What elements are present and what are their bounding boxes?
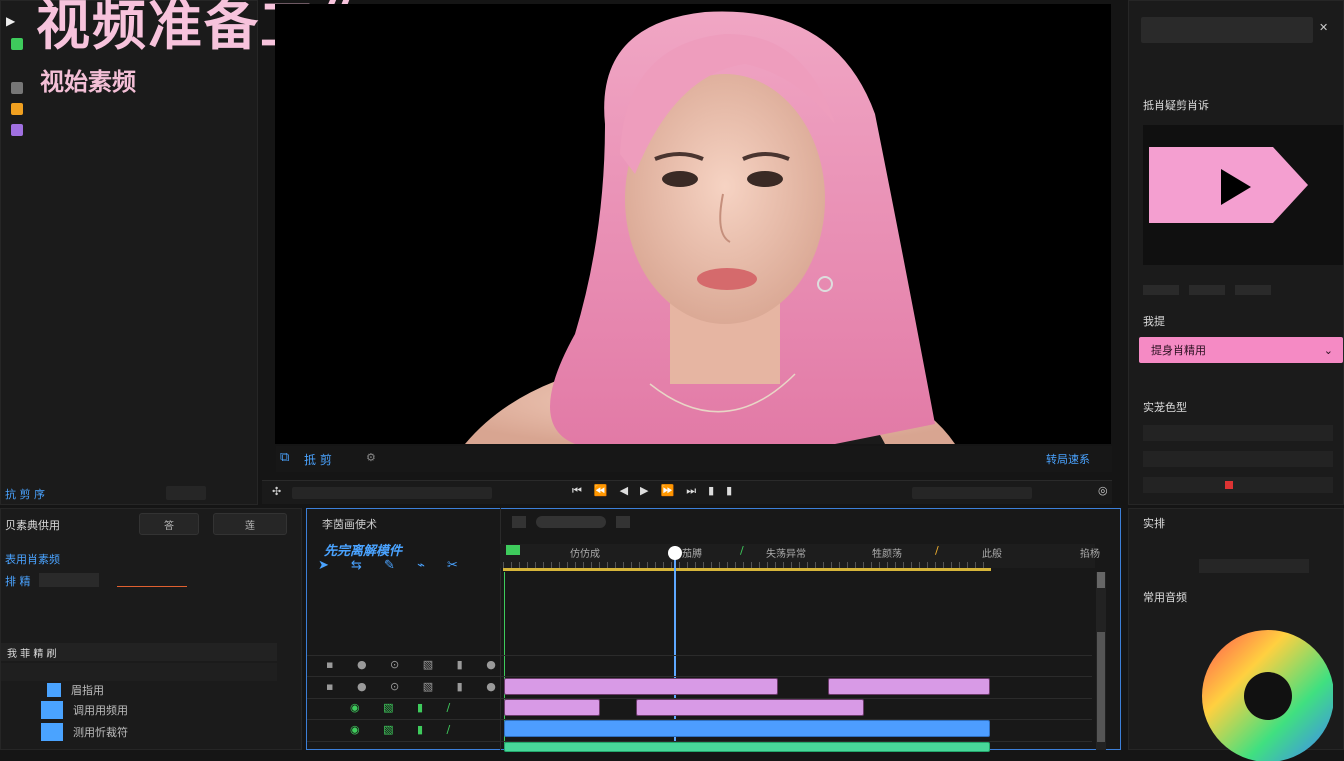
volume-slider[interactable] xyxy=(912,487,1032,499)
clip-icon xyxy=(47,683,61,697)
ruler-marker: 牲颜荡 xyxy=(872,549,902,560)
zoom-slider[interactable] xyxy=(166,486,206,500)
hue-label: 实排 xyxy=(1143,517,1165,530)
link-icon xyxy=(11,82,23,94)
audio-icon xyxy=(11,124,23,136)
field-slider[interactable] xyxy=(117,573,187,587)
marker-icon: / xyxy=(935,544,939,557)
playhead-handle[interactable] xyxy=(668,546,682,560)
marker-icon xyxy=(506,545,520,555)
timeline-toolbar[interactable] xyxy=(512,516,652,530)
work-area-bar[interactable] xyxy=(503,568,991,571)
field-label: 排 精 xyxy=(5,575,31,588)
list-item[interactable]: 调用用频用 xyxy=(1,701,277,719)
video-clip[interactable] xyxy=(504,699,600,716)
thumbnail-frame xyxy=(1143,125,1343,265)
video-clip[interactable] xyxy=(636,699,864,716)
inspector-search[interactable] xyxy=(1141,17,1313,43)
effect-selected-button[interactable]: 提身肖精用 ⌄ xyxy=(1139,337,1343,363)
viewer-status-bar: ⧉ 抵 剪 ⚙ 转局速系 xyxy=(276,446,1112,472)
track-header[interactable]: ▪ ● ⊙ ▧ ▮ ● xyxy=(326,658,506,671)
color-panel: 实排 常用音频 xyxy=(1128,508,1344,761)
overlay-subtitle: 视始素频 xyxy=(40,68,136,96)
video-clip[interactable] xyxy=(504,678,778,695)
effects-panel-title: 贝素典供用 xyxy=(5,519,60,532)
bin-footer-label: 抗 剪 序 xyxy=(5,488,45,501)
list-item[interactable]: 眉指用 xyxy=(1,681,277,699)
hue-slider[interactable] xyxy=(1199,559,1309,573)
program-viewer xyxy=(275,4,1111,444)
video-clip[interactable] xyxy=(828,678,990,695)
list-search[interactable] xyxy=(1,663,277,681)
playback-controls[interactable]: ⏮⏪◀▶⏩⏭▮▮ xyxy=(572,484,744,498)
timeline-tools[interactable]: ➤ ⇆ ✎ ⌁ ✂ xyxy=(318,558,467,573)
timeline-subtitle: 先完离解模件 xyxy=(324,544,403,559)
effects-panel: 贝素典供用 答 莲 表用肖素频 排 精 我 菲 精 刷 眉指用 调用用频用 测用… xyxy=(0,508,302,750)
ruler-marker: 失荡异常 xyxy=(766,549,806,560)
timeline-scrollbar[interactable] xyxy=(1096,572,1106,750)
transport-bar: ✣ ⏮⏪◀▶⏩⏭▮▮ ◎ xyxy=(262,480,1112,504)
track-header[interactable]: ◉ ▧ ▮ ∕ xyxy=(350,723,460,736)
color-swatch[interactable] xyxy=(1225,481,1233,489)
tab-b[interactable]: 莲 xyxy=(213,513,287,535)
video-icon xyxy=(11,38,23,50)
ruler-marker: 此般 xyxy=(982,549,1002,560)
effects-label: 我提 xyxy=(1143,315,1165,328)
adjust-row[interactable] xyxy=(1143,425,1333,441)
clip-icon xyxy=(41,701,63,719)
scrub-bar[interactable] xyxy=(292,487,492,499)
bin-item[interactable] xyxy=(1,98,256,120)
list-header: 我 菲 精 刷 xyxy=(1,643,277,661)
field-input[interactable] xyxy=(39,573,99,587)
color-title: 常用音频 xyxy=(1143,591,1187,604)
bin-item[interactable] xyxy=(1,119,256,141)
color-wheel[interactable] xyxy=(1193,621,1333,761)
list-item[interactable]: 测用忻裁符 xyxy=(1,723,277,741)
play-icon[interactable]: ▶ xyxy=(6,14,15,28)
ruler-marker: 仿仿成 xyxy=(570,549,600,560)
adjust-row[interactable] xyxy=(1143,451,1333,467)
ruler-marker: 茄膊 xyxy=(682,549,702,560)
marker-icon: / xyxy=(740,544,744,557)
effects-item[interactable]: 表用肖素频 xyxy=(5,551,60,567)
effect-tabs[interactable] xyxy=(1143,285,1323,297)
pin-icon[interactable]: ✕ xyxy=(1319,21,1328,34)
chevron-down-icon: ⌄ xyxy=(1323,343,1333,357)
preview-image xyxy=(465,11,955,444)
viewer-mode-label: 抵 剪 xyxy=(304,453,332,467)
audio-clip[interactable] xyxy=(504,742,990,752)
play-thumbnail[interactable] xyxy=(1143,125,1343,265)
timeline-title: 李茵画使术 xyxy=(322,518,377,531)
monitor-icon[interactable]: ⧉ xyxy=(280,450,289,465)
audio-clip[interactable] xyxy=(504,720,990,737)
adjust-title: 实茏色型 xyxy=(1143,401,1187,414)
track-header[interactable]: ◉ ▧ ▮ ∕ xyxy=(350,701,460,714)
tab-a[interactable]: 答 xyxy=(139,513,199,535)
wrench-icon[interactable]: ⚙ xyxy=(366,451,376,464)
inspector-panel: ✕ 抵肖疑剪肖诉 我提 提身肖精用 ⌄ 实茏色型 xyxy=(1128,0,1344,505)
adjust-row[interactable] xyxy=(1143,477,1333,493)
clip-icon xyxy=(41,723,63,741)
viewer-right-label: 转局速系 xyxy=(1046,453,1090,466)
track-header[interactable]: ▪ ● ⊙ ▧ ▮ ● xyxy=(326,680,506,693)
folder-icon xyxy=(11,103,23,115)
section-title: 抵肖疑剪肖诉 xyxy=(1143,99,1209,112)
refresh-icon[interactable]: ◎ xyxy=(1098,484,1108,497)
settings-icon[interactable]: ✣ xyxy=(272,485,281,498)
ruler-marker: 掐杨 xyxy=(1080,549,1100,560)
